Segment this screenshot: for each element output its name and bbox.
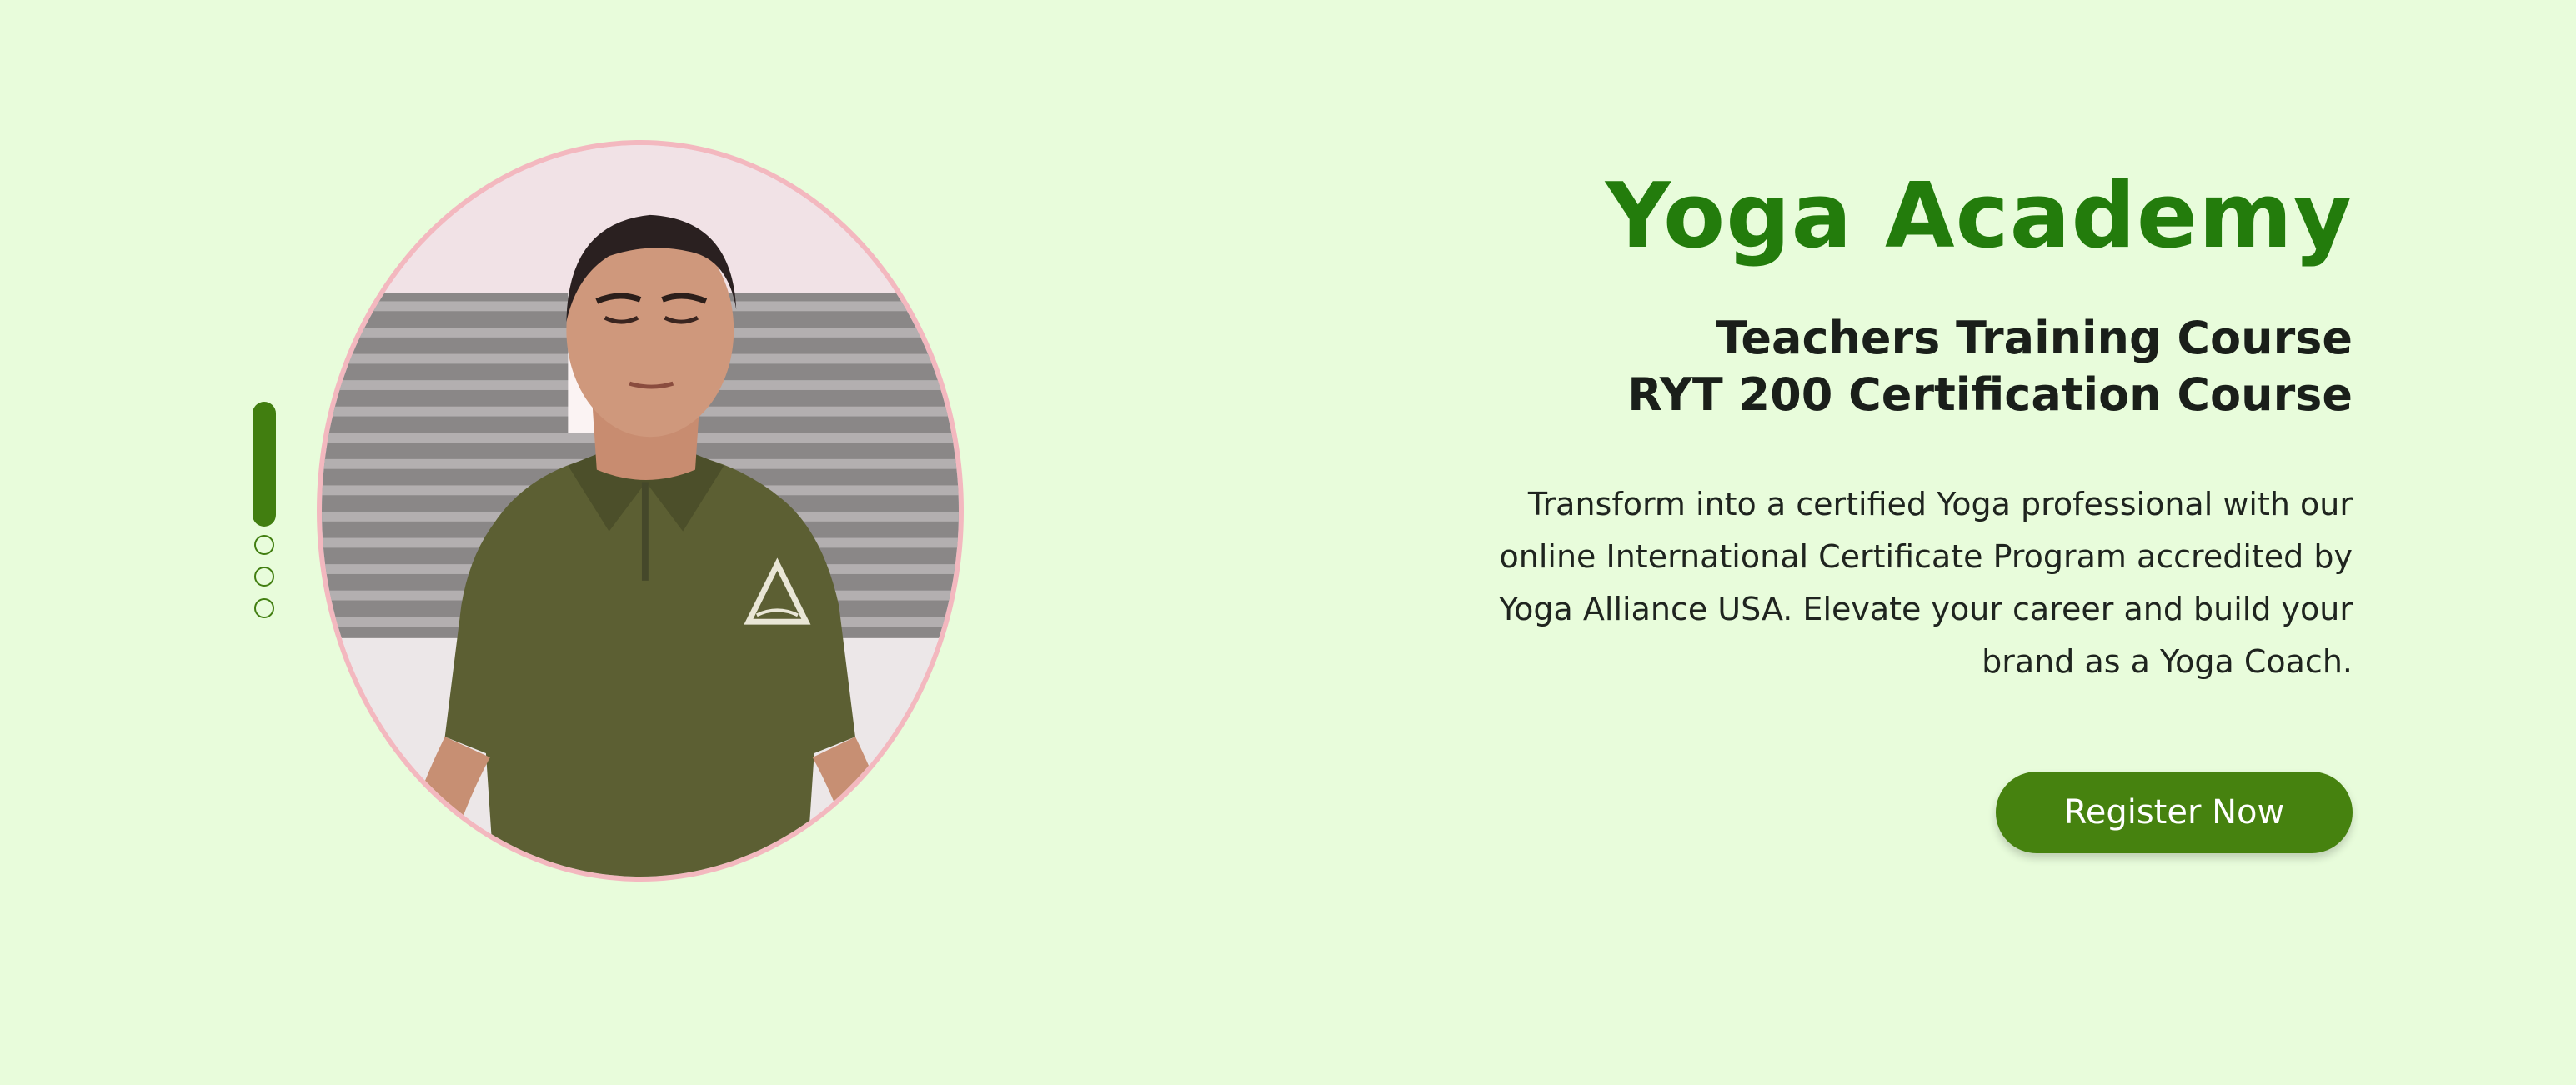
course-description: Transform into a certified Yoga professi… xyxy=(1499,486,2353,680)
hero-section: Yoga Academy Teachers Training Course RY… xyxy=(0,0,2576,1085)
slider-indicators xyxy=(252,402,277,630)
slide-indicator-4[interactable] xyxy=(254,598,274,618)
subtitle-line-1: Teachers Training Course xyxy=(1716,312,2353,364)
register-now-button[interactable]: Register Now xyxy=(1996,772,2353,853)
subtitle-line-2: RYT 200 Certification Course xyxy=(1627,368,2353,421)
hero-content: Yoga Academy Teachers Training Course RY… xyxy=(1386,158,2353,853)
course-subtitle: Teachers Training Course RYT 200 Certifi… xyxy=(1386,310,2353,423)
brand-title: Yoga Academy xyxy=(1605,164,2353,268)
slide-indicator-3[interactable] xyxy=(254,567,274,587)
slide-indicator-1-active[interactable] xyxy=(253,402,276,527)
slide-indicator-2[interactable] xyxy=(254,535,274,555)
instructor-photo xyxy=(322,145,959,877)
instructor-portrait xyxy=(317,140,964,882)
